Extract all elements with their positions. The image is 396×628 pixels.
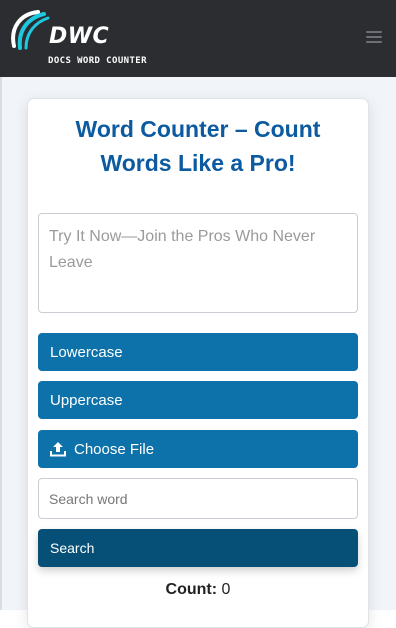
search-word-input[interactable] xyxy=(38,478,358,519)
page-body: Word Counter – Count Words Like a Pro! L… xyxy=(0,77,396,628)
site-header: DWC DOCS WORD COUNTER xyxy=(0,0,396,77)
hamburger-menu-icon[interactable] xyxy=(366,31,382,45)
search-button[interactable]: Search xyxy=(38,529,358,567)
word-counter-card: Word Counter – Count Words Like a Pro! L… xyxy=(27,98,369,628)
count-value: 0 xyxy=(221,581,231,598)
word-count-display: Count: 0 xyxy=(38,581,358,599)
logo-swoosh-icon xyxy=(11,10,50,50)
count-label: Count: xyxy=(165,581,218,598)
upload-icon xyxy=(50,442,66,457)
lowercase-button[interactable]: Lowercase xyxy=(38,333,358,371)
uppercase-button[interactable]: Uppercase xyxy=(38,381,358,419)
page-title: Word Counter – Count Words Like a Pro! xyxy=(75,116,321,176)
logo[interactable]: DWC DOCS WORD COUNTER xyxy=(8,10,158,66)
choose-file-button[interactable]: Choose File xyxy=(38,430,358,468)
choose-file-label: Choose File xyxy=(74,440,155,458)
text-input-area[interactable] xyxy=(38,213,358,313)
logo-text: DWC xyxy=(49,24,110,49)
logo-subtitle: DOCS WORD COUNTER xyxy=(48,56,147,66)
